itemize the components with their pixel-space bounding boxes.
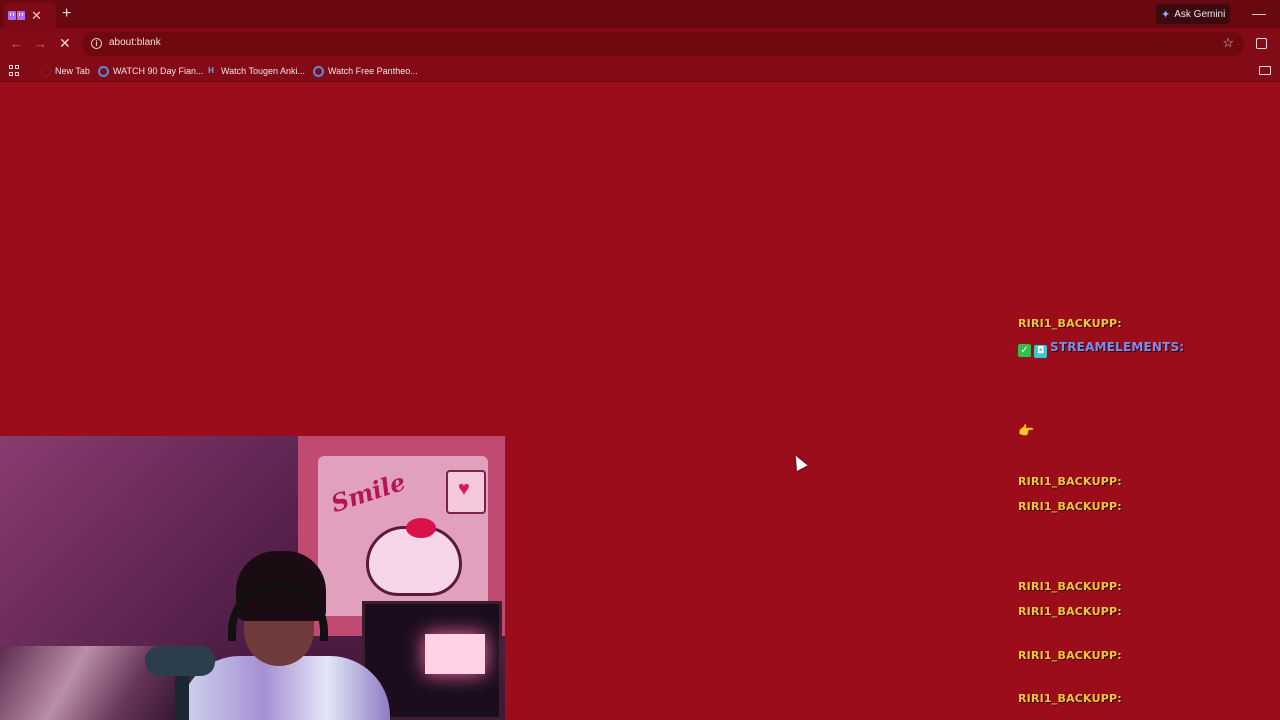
bookmark-tougen-anki[interactable]: H Watch Tougen Anki...	[205, 64, 305, 78]
chat-message: RIRI1_BACKUPP:	[1018, 575, 1268, 594]
tab-close-icon[interactable]: ✕	[31, 9, 42, 22]
ask-gemini-button[interactable]: ✦ Ask Gemini	[1156, 4, 1230, 24]
h-logo-icon: H	[208, 65, 214, 75]
bookmark-new-tab[interactable]: New Tab	[40, 64, 90, 78]
pointing-hand-emoji: 👉	[1018, 424, 1035, 439]
minimize-button[interactable]: —	[1252, 5, 1266, 21]
stop-loading-button[interactable]: ✕	[59, 35, 71, 52]
all-bookmarks-folder-icon[interactable]	[1259, 66, 1271, 75]
microphone	[145, 646, 215, 676]
poster-text: Smile	[327, 466, 409, 519]
chat-message: RIRI1_BACKUPP:	[1018, 495, 1268, 514]
browser-toolbar: ← → ✕ i about:blank ☆	[0, 28, 1280, 60]
chat-username: RIRI1_BACKUPP:	[1018, 605, 1122, 618]
bookmark-label: Watch Free Pantheo...	[328, 66, 418, 76]
apps-grid-icon[interactable]	[9, 65, 20, 76]
new-tab-button[interactable]: +	[62, 5, 71, 23]
bookmark-star-icon[interactable]: ☆	[1222, 35, 1234, 51]
chat-overlay: RIRI1_BACKUPP: ✓ ◘ STREAMELEMENTS: 👉 RIRI1…	[1018, 310, 1268, 720]
active-tab[interactable]: ✕	[4, 2, 56, 28]
chat-username: RIRI1_BACKUPP:	[1018, 317, 1122, 330]
url-text[interactable]: about:blank	[109, 37, 161, 48]
twitch-favicon-icon	[8, 10, 25, 20]
chat-message: RIRI1_BACKUPP:	[1018, 687, 1268, 706]
bookmark-label: WATCH 90 Day Fian...	[113, 66, 204, 76]
bookmark-90-day[interactable]: WATCH 90 Day Fian...	[98, 64, 204, 78]
chat-username: RIRI1_BACKUPP:	[1018, 475, 1122, 488]
checkmark-badge-icon: ✓	[1018, 344, 1031, 357]
kitty-bow	[406, 518, 436, 538]
bookmarks-bar: New Tab WATCH 90 Day Fian... H Watch Tou…	[0, 60, 1280, 82]
back-button[interactable]: ←	[10, 36, 23, 51]
heart-card-icon	[446, 470, 486, 514]
webcam-overlay: Smile	[0, 436, 505, 720]
forward-button[interactable]: →	[34, 36, 47, 51]
mic-arm	[175, 671, 189, 720]
chat-message: RIRI1_BACKUPP:	[1018, 644, 1268, 663]
side-panel-icon[interactable]	[1256, 38, 1267, 49]
globe-icon	[313, 65, 324, 77]
chat-username: RIRI1_BACKUPP:	[1018, 649, 1122, 662]
bot-badge-icon: ◘	[1034, 345, 1047, 358]
globe-icon	[98, 65, 109, 77]
address-bar[interactable]: i about:blank ☆	[82, 32, 1244, 56]
site-info-icon[interactable]: i	[91, 38, 102, 49]
chat-username: RIRI1_BACKUPP:	[1018, 692, 1122, 705]
chat-message: RIRI1_BACKUPP:	[1018, 470, 1268, 489]
chat-username: STREAMELEMENTS:	[1050, 340, 1185, 354]
ask-gemini-label: Ask Gemini	[1174, 8, 1226, 20]
chat-text-obscured	[1018, 358, 1268, 420]
chat-username: RIRI1_BACKUPP:	[1018, 580, 1122, 593]
chat-message: ✓ ◘ STREAMELEMENTS: 👉	[1018, 336, 1268, 439]
gemini-sparkle-icon: ✦	[1161, 8, 1171, 21]
bookmark-label: Watch Tougen Anki...	[221, 66, 306, 76]
blank-page-icon	[40, 65, 51, 77]
chat-message: RIRI1_BACKUPP:	[1018, 312, 1268, 331]
chat-username: RIRI1_BACKUPP:	[1018, 500, 1122, 513]
bookmark-label: New Tab	[55, 66, 90, 76]
bookmark-pantheon[interactable]: Watch Free Pantheo...	[313, 64, 418, 78]
title-bar: ✕ + ✦ Ask Gemini —	[0, 0, 1280, 28]
chat-message: RIRI1_BACKUPP:	[1018, 600, 1268, 619]
